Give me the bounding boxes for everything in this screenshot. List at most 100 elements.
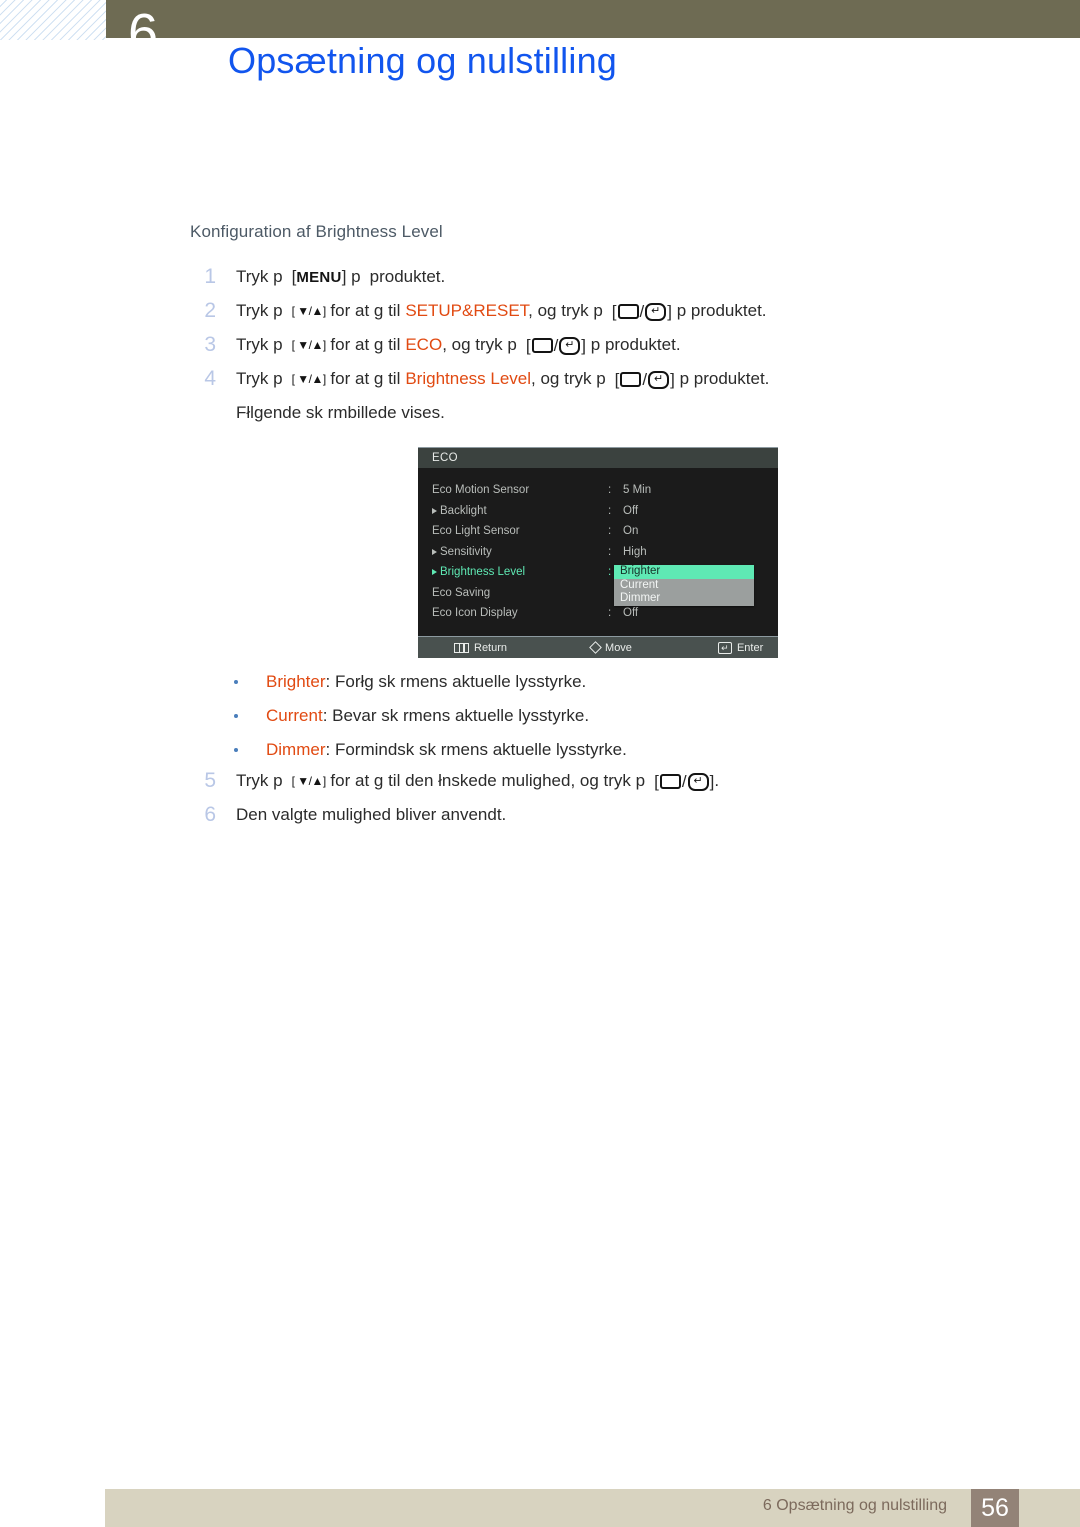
bullet-item-dimmer: Dimmer: Formindsk sk rmens aktuelle lyss…	[232, 733, 972, 767]
brightness-level-dropdown[interactable]: Brighter Current Dimmer	[614, 565, 754, 606]
osd-row-label: Eco Icon Display	[432, 607, 518, 619]
step-text: Tryk p [ ▼/▲] for at g til den łnskede mu…	[236, 766, 980, 797]
bullet-item-current: Current: Bevar sk rmens aktuelle lysstyr…	[232, 699, 972, 733]
step-text-mid: for at g til den łnskede mulighed, og tr…	[330, 771, 646, 790]
header-band	[106, 0, 1080, 38]
step-item: 5 Tryk p [ ▼/▲] for at g til den łnskede …	[190, 766, 980, 800]
submenu-arrow-icon	[432, 507, 437, 514]
step-text-tail: p produktet.	[679, 369, 770, 388]
osd-row-label: Eco Light Sensor	[432, 525, 520, 537]
page-title: Opsætning og nulstilling	[228, 40, 618, 81]
step-text: Tryk p [ ▼/▲] for at g til Brightness Leve…	[236, 364, 980, 395]
menu-path-highlight: SETUP&RESET	[405, 301, 529, 320]
step-item: 3 Tryk p [ ▼/▲] for at g til ECO, og tryk …	[190, 330, 980, 364]
step-number: 4	[204, 367, 216, 390]
osd-footer-return-label: Return	[474, 641, 508, 654]
osd-row[interactable]: Backlight : Off	[418, 501, 778, 522]
bullet-term: Brighter	[266, 672, 326, 691]
osd-row[interactable]: Eco Icon Display : Off	[418, 603, 778, 624]
step-item: 4 Tryk p [ ▼/▲] for at g til Brightness Le…	[190, 364, 980, 398]
step-subtext: Fłlgende sk rmbillede vises.	[236, 403, 445, 422]
menu-path-highlight: Brightness Level	[405, 369, 532, 388]
updown-arrow-icon: [ ▼/▲]	[291, 774, 327, 788]
return-key-icon: ↵	[645, 302, 667, 321]
osd-row-value: 5 Min	[623, 484, 652, 496]
step-item: 6 Den valgte mulighed bliver anvendt.	[190, 800, 980, 834]
updown-arrow-icon: [ ▼/▲]	[291, 338, 327, 352]
step-item: 2 Tryk p [ ▼/▲] for at g til SETUP&RESET, …	[190, 296, 980, 330]
dropdown-option-current[interactable]: Current	[614, 579, 754, 593]
bullet-desc: : Formindsk sk rmens aktuelle lysstyrke.	[325, 740, 627, 759]
osd-row-value: On	[623, 525, 639, 537]
step-number: 3	[204, 333, 216, 356]
step-text-tail: .	[714, 771, 720, 790]
step-text-pre: Tryk p	[236, 771, 283, 790]
menu-key-label: MENU	[296, 269, 342, 286]
step-text-after: , og tryk p	[442, 335, 517, 354]
rect-key-icon	[531, 338, 553, 354]
page-number-badge: 56	[971, 1489, 1019, 1527]
osd-title: ECO	[418, 448, 778, 468]
bullet-term: Dimmer	[266, 740, 326, 759]
step-text-tail: p produktet.	[676, 301, 767, 320]
enter-key-combo-icon: [/ ↵]	[654, 772, 715, 791]
step-number: 5	[204, 769, 216, 792]
osd-row-label: Sensitivity	[440, 545, 492, 558]
return-key-icon: ↵	[687, 772, 709, 791]
step-text: Tryk p [ ▼/▲] for at g til ECO, og tryk p […	[236, 330, 980, 361]
osd-row-label: Brightness Level	[440, 566, 526, 578]
footer-chapter-label: 6 Opsætning og nulstilling	[762, 1497, 947, 1514]
bullet-desc: : Bevar sk rmens aktuelle lysstyrke.	[322, 706, 590, 725]
section-subheading: Konfiguration af Brightness Level	[190, 222, 443, 241]
step-text-tail: p produktet.	[590, 335, 681, 354]
bracket-close: ]	[341, 267, 347, 286]
step-text: Tryk p [ ▼/▲] for at g til SETUP&RESET, og…	[236, 296, 980, 327]
dropdown-option-brighter[interactable]: Brighter	[614, 565, 754, 579]
step-text-mid: for at g til	[330, 369, 401, 388]
updown-arrow-icon: [ ▼/▲]	[291, 304, 327, 318]
osd-menu-screenshot: ECO Eco Motion Sensor : 5 Min Backlight …	[418, 447, 778, 658]
bullet-term: Current	[266, 706, 323, 725]
osd-row-value: Off	[623, 504, 639, 517]
osd-footer-return[interactable]: Return	[454, 642, 507, 654]
step-item: 1 Tryk p [MENU] p produktet.	[190, 262, 980, 296]
chapter-number: 6	[128, 6, 159, 38]
options-bullet-list: Brighter: Forłg sk rmens aktuelle lyssty…	[232, 665, 972, 767]
osd-row-colon: :	[608, 566, 612, 578]
dropdown-option-dimmer[interactable]: Dimmer	[614, 592, 754, 606]
bullet-desc: : Forłg sk rmens aktuelle lysstyrke.	[325, 672, 587, 691]
enter-key-combo-icon: [/ ↵]	[611, 302, 672, 321]
osd-row[interactable]: Sensitivity : High	[418, 542, 778, 563]
step-text: Den valgte mulighed bliver anvendt.	[236, 805, 507, 824]
osd-row-label: Eco Motion Sensor	[432, 484, 530, 496]
return-key-icon: ↵	[648, 370, 670, 389]
enter-key-icon: ↵	[717, 641, 732, 654]
step-text-after: , og tryk p	[531, 369, 606, 388]
osd-row-colon: :	[608, 525, 612, 537]
step-number: 6	[204, 803, 216, 826]
step-text-pre: Tryk p	[236, 369, 283, 388]
step-text: Tryk p [MENU] p produktet.	[236, 262, 980, 293]
osd-footer-bar: Return Move ↵ Enter	[418, 636, 778, 658]
step-text-tail: produktet.	[369, 267, 446, 286]
rect-key-icon	[617, 304, 639, 320]
step-text-after: , og tryk p	[528, 301, 603, 320]
step-number: 1	[204, 265, 216, 288]
step-text-mid: for at g til	[330, 301, 401, 320]
osd-row[interactable]: Eco Light Sensor : On	[418, 521, 778, 542]
rect-key-icon	[620, 372, 642, 388]
submenu-arrow-icon	[432, 569, 437, 575]
osd-row-value: High	[623, 545, 647, 558]
enter-key-combo-icon: [/ ↵]	[614, 370, 675, 389]
diamond-move-icon	[589, 641, 602, 654]
osd-row-label: Eco Saving	[432, 586, 491, 599]
osd-row-colon: :	[608, 545, 612, 558]
osd-row[interactable]: Eco Motion Sensor : 5 Min	[418, 480, 778, 501]
enter-key-combo-icon: [/ ↵]	[525, 336, 587, 355]
decorative-hatch-pattern	[0, 0, 106, 40]
osd-footer-move[interactable]: Move	[589, 641, 632, 654]
steps-list: 1 Tryk p [MENU] p produktet. 2 Tryk p[ ▼/▲…	[190, 262, 980, 428]
menu-bars-icon	[454, 642, 469, 653]
rect-key-icon	[659, 774, 681, 790]
osd-footer-enter[interactable]: ↵ Enter	[717, 641, 763, 654]
